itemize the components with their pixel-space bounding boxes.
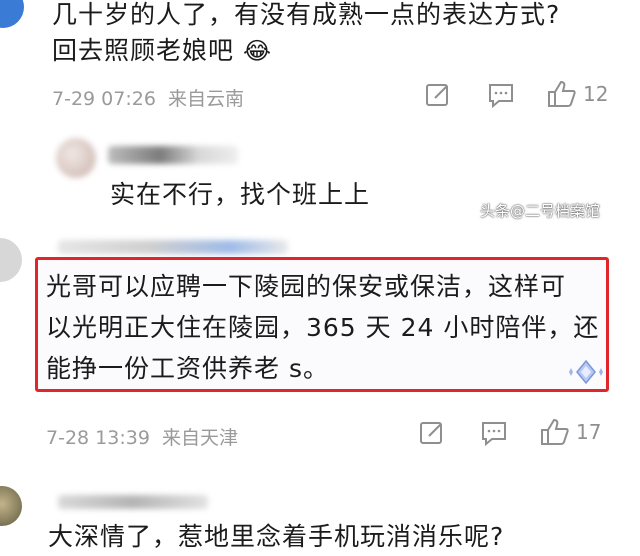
avatar[interactable] bbox=[0, 486, 22, 526]
comment-location: 来自云南 bbox=[167, 88, 244, 110]
like-count: 17 bbox=[576, 420, 602, 444]
like-button[interactable]: 12 bbox=[547, 80, 608, 108]
avatar[interactable] bbox=[56, 138, 96, 178]
reply-text: 实在不行，找个班上上 bbox=[110, 180, 371, 209]
sparkle-badge-icon bbox=[566, 358, 606, 392]
comment-text-line: 回去照顾老娘吧 bbox=[52, 36, 235, 65]
username-redacted bbox=[108, 146, 238, 164]
edit-icon[interactable] bbox=[419, 420, 445, 446]
comment-text: 光哥可以应聘一下陵园的保安或保洁，这样可 bbox=[46, 272, 567, 301]
thumbs-up-icon bbox=[540, 418, 570, 446]
username-redacted bbox=[58, 240, 288, 254]
comment-text: 几十岁的人了，有没有成熟一点的表达方式? bbox=[52, 0, 561, 29]
comment-text: 回去照顾老娘吧 😂 bbox=[52, 32, 272, 70]
comment-icon[interactable] bbox=[480, 420, 508, 446]
comment-icon[interactable] bbox=[487, 82, 515, 108]
thumbs-up-icon bbox=[547, 80, 577, 108]
comment-meta: 7-29 07:26 来自云南 bbox=[52, 84, 244, 111]
comment-date: 7-29 07:26 bbox=[52, 88, 156, 110]
watermark: 头条@二号档案馆 bbox=[480, 202, 601, 220]
like-count: 12 bbox=[583, 82, 609, 106]
edit-icon[interactable] bbox=[425, 82, 451, 108]
like-button[interactable]: 17 bbox=[540, 418, 601, 446]
comment-text: 以光明正大住在陵园，365 天 24 小时陪伴，还 bbox=[46, 313, 600, 342]
comment-date: 7-28 13:39 bbox=[46, 427, 150, 449]
comment-text: 大深情了，惹地里念着手机玩消消乐呢? bbox=[48, 522, 505, 551]
avatar[interactable] bbox=[0, 0, 24, 28]
laughing-emoji-icon: 😂 bbox=[242, 37, 273, 65]
comment-location: 来自天津 bbox=[161, 427, 238, 449]
avatar[interactable] bbox=[0, 238, 22, 282]
comment-meta: 7-28 13:39 来自天津 bbox=[46, 423, 238, 450]
username-redacted bbox=[58, 495, 208, 509]
comment-text: 能挣一份工资供养老 s。 bbox=[46, 354, 329, 383]
